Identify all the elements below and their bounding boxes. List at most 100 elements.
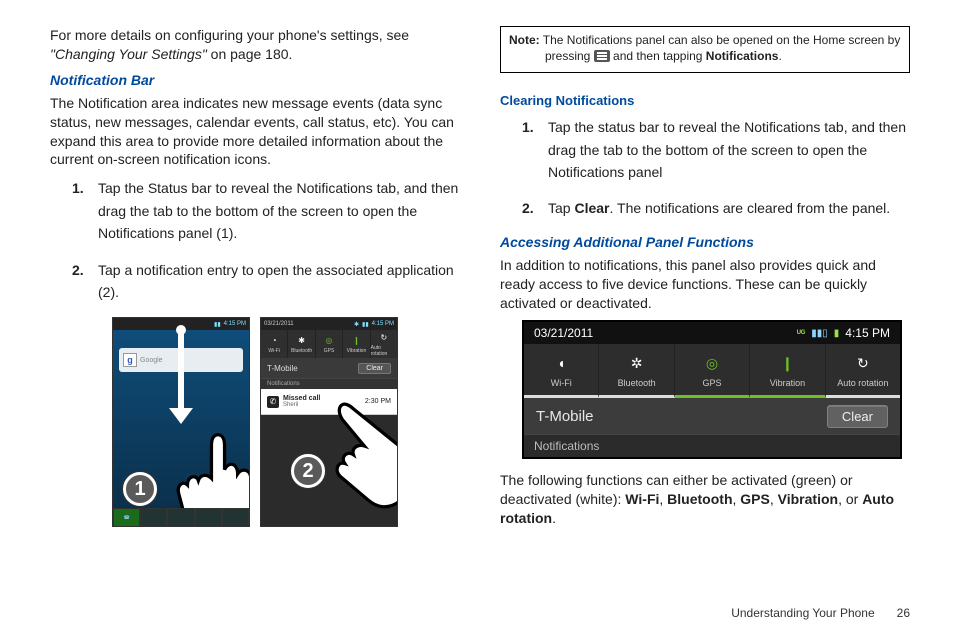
qs-label: Bluetooth (291, 348, 312, 354)
notifbar-desc: The Notification area indicates new mess… (50, 94, 460, 170)
dock-item (167, 508, 194, 527)
fn-vib: Vibration (778, 491, 838, 507)
step-text-b: Clear (574, 200, 609, 216)
qs-bluetooth: ✱Bluetooth (288, 330, 315, 358)
note-text2b: and then tapping (610, 49, 706, 63)
signal-icon: ▮▮▯ (811, 328, 828, 339)
step-num: 2. (72, 259, 84, 281)
intro-text: For more details on configuring your pho… (50, 27, 409, 43)
step-2: 2. Tap a notification entry to open the … (72, 259, 460, 304)
auto-rotation-icon: ↻ (851, 351, 875, 375)
or: , or (838, 491, 862, 507)
panel-qs-auto-rotation: ↻ Auto rotation (826, 344, 900, 398)
wifi-icon: ◔ (268, 335, 280, 347)
period: . (552, 510, 556, 526)
dock-bar: ☎ (113, 508, 249, 527)
step-text: Tap the status bar to reveal the Notific… (548, 119, 906, 180)
panel-screenshot: 03/21/2011 ᵁᴳ ▮▮▯ ▮ 4:15 PM ◖Wi-Fi ✲ Bluet… (522, 320, 902, 459)
panel-quick-settings: ◖Wi-Fi ✲ Bluetooth ◎ GPS ❙ Vibration ↻ Auto rota… (524, 344, 900, 398)
search-placeholder: Google (140, 357, 163, 364)
carrier-label: T-Mobile (267, 364, 298, 373)
qs-label: GPS (703, 378, 722, 388)
bluetooth-icon: ✲ (625, 351, 649, 375)
heading-clearing-notifications: Clearing Notifications (500, 93, 910, 108)
qs-label: Vibration (770, 378, 805, 388)
access-desc: In addition to notifications, this panel… (500, 256, 910, 313)
panel-notifications-header: Notifications (524, 434, 900, 457)
vibration-icon: ❙ (775, 351, 799, 375)
phone-screenshot-2: 03/21/2011 ✱ ▮▮ 4:15 PM ◔Wi-Fi ✱Bluetoot… (260, 317, 398, 527)
fn-wifi: Wi-Fi (625, 491, 659, 507)
qs-label: GPS (324, 348, 335, 354)
fn-gps: GPS (740, 491, 770, 507)
battery-icon: ▮ (834, 328, 840, 339)
gps-icon: ◎ (323, 335, 335, 347)
signal-icon: ▮▮ (362, 321, 369, 328)
qs-label: Auto rotation (371, 345, 397, 357)
panel-qs-vibration: ❙ Vibration (750, 344, 825, 398)
qs-label: Vibration (347, 348, 367, 354)
note-label: Note: (509, 33, 540, 47)
gps-icon: ◎ (700, 351, 724, 375)
step-num: 1. (72, 177, 84, 199)
intro-paragraph: For more details on configuring your pho… (50, 26, 460, 64)
step-text: Tap a notification entry to open the ass… (98, 262, 454, 300)
note-box: Note: The Notifications panel can also b… (500, 26, 910, 73)
step-num: 1. (522, 116, 534, 138)
clear-step-2: 2. Tap Clear. The notifications are clea… (522, 197, 910, 219)
drag-arrow-head (169, 408, 193, 424)
step-text-c: . The notifications are cleared from the… (610, 200, 891, 216)
notifications-header: Notifications (261, 378, 397, 389)
qs-vibration: ❙Vibration (343, 330, 370, 358)
panel-carrier-row: T-Mobile Clear (524, 398, 900, 434)
status-time: 4:15 PM (372, 321, 394, 327)
qs-label: Wi-Fi (551, 378, 572, 388)
quick-settings-row: ◔Wi-Fi ✱Bluetooth ◎GPS ❙Vibration ↻Auto … (261, 330, 397, 358)
bluetooth-icon: ✱ (296, 335, 308, 347)
dock-item (222, 508, 249, 527)
qs-wifi: ◔Wi-Fi (261, 330, 288, 358)
qs-gps: ◎GPS (316, 330, 343, 358)
footer-page: 26 (897, 606, 910, 620)
sep: , (659, 491, 667, 507)
panel-carrier: T-Mobile (536, 408, 594, 425)
qs-label: Auto rotation (837, 378, 888, 388)
page-footer: Understanding Your Phone 26 (731, 606, 910, 620)
panel-qs-bluetooth: ✲ Bluetooth (599, 344, 674, 398)
functions-paragraph: The following functions can either be ac… (500, 471, 910, 528)
menu-icon (594, 50, 610, 62)
drag-arrow-shaft (178, 334, 184, 414)
phone-icon: ☎ (113, 508, 140, 527)
sep: , (770, 491, 778, 507)
footer-section: Understanding Your Phone (731, 606, 874, 620)
panel-qs-gps: ◎ GPS (675, 344, 750, 398)
signal-icon: ▮▮ (214, 321, 221, 328)
step-1: 1. Tap the Status bar to reveal the Noti… (72, 177, 460, 244)
step-text-a: Tap (548, 200, 574, 216)
callout-circle-1: 1 (123, 472, 157, 506)
status-time: 4:15 PM (224, 321, 246, 327)
fn-bt: Bluetooth (667, 491, 732, 507)
phone-screenshot-1: ▮▮ 4:15 PM g Google (112, 317, 250, 527)
status-bar: 03/21/2011 ✱ ▮▮ 4:15 PM (261, 318, 397, 330)
panel-date: 03/21/2011 (534, 326, 593, 340)
panel-qs-wi-fi: ◖Wi-Fi (524, 344, 599, 398)
qs-label: Bluetooth (618, 378, 656, 388)
heading-notification-bar: Notification Bar (50, 72, 460, 88)
clear-step-1: 1. Tap the status bar to reveal the Noti… (522, 116, 910, 183)
clear-button: Clear (358, 363, 391, 374)
note-text2a: pressing (545, 49, 594, 63)
status-date: 03/21/2011 (264, 321, 294, 327)
step-num: 2. (522, 197, 534, 219)
rotate-icon: ↻ (378, 332, 390, 344)
intro-text2: on page 180. (207, 46, 293, 62)
heading-accessing-panel: Accessing Additional Panel Functions (500, 234, 910, 250)
4g-icon: ᵁᴳ (797, 328, 805, 338)
bluetooth-icon: ✱ (354, 321, 359, 328)
panel-time: 4:15 PM (845, 326, 890, 340)
intro-ref: "Changing Your Settings" (50, 46, 207, 62)
note-text: The Notifications panel can also be open… (540, 33, 901, 47)
qs-autorotation: ↻Auto rotation (371, 330, 397, 358)
vibration-icon: ❙ (350, 335, 362, 347)
dock-item (195, 508, 222, 527)
